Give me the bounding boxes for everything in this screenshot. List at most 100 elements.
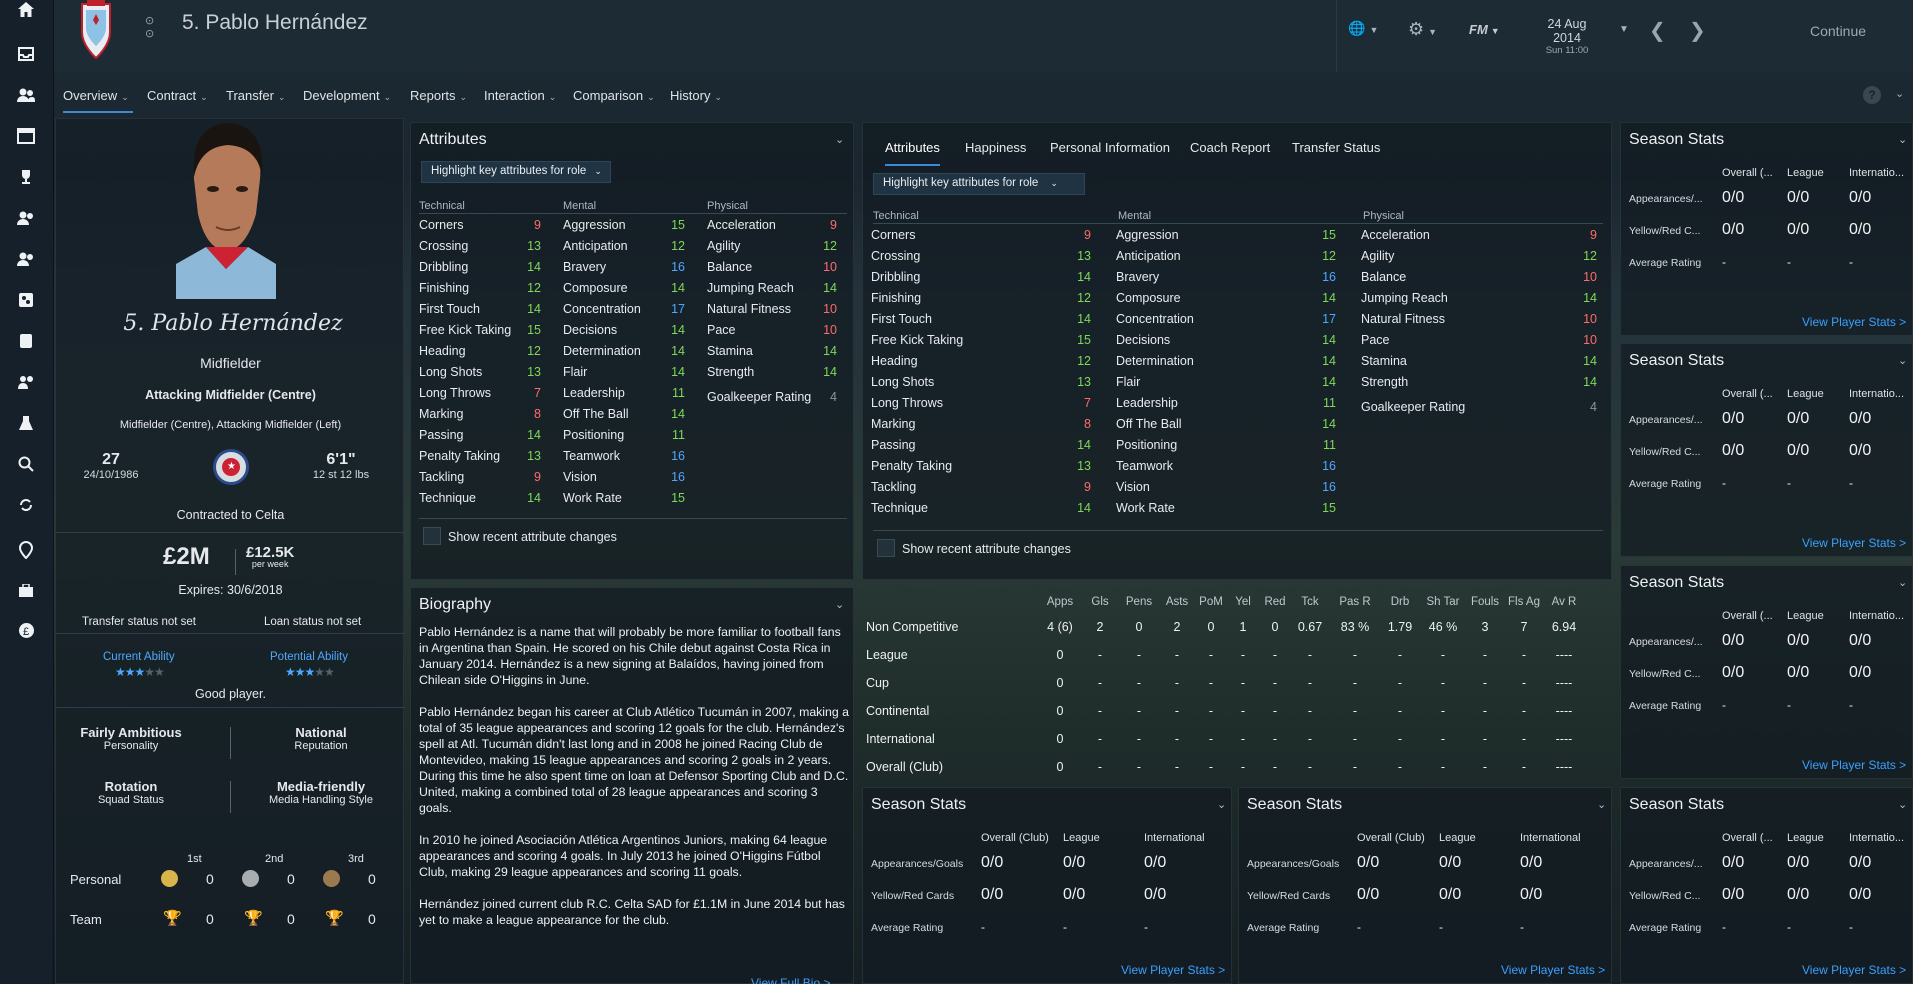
- attribute-row[interactable]: Concentration 17: [559, 299, 699, 320]
- tactics-icon[interactable]: [13, 287, 39, 313]
- attribute-row[interactable]: Bravery 16: [559, 257, 699, 278]
- attribute-row[interactable]: Teamwork 16: [1112, 456, 1357, 477]
- attribute-row[interactable]: Off The Ball 14: [1112, 414, 1357, 435]
- attribute-row[interactable]: Passing 14: [867, 435, 1112, 456]
- view-player-stats-link[interactable]: View Player Stats >: [1802, 963, 1906, 977]
- attribute-row[interactable]: Tackling 9: [415, 467, 555, 488]
- schedule-icon[interactable]: [13, 123, 39, 149]
- squad-icon[interactable]: [13, 82, 39, 108]
- attribute-row[interactable]: Leadership 11: [1112, 393, 1357, 414]
- attribute-row[interactable]: Long Throws 7: [415, 383, 555, 404]
- attribute-row[interactable]: Tackling 9: [867, 477, 1112, 498]
- transfers-icon[interactable]: [13, 492, 39, 518]
- trophy-icon[interactable]: [13, 164, 39, 190]
- attribute-row[interactable]: Decisions 14: [1112, 330, 1357, 351]
- view-player-stats-link[interactable]: View Player Stats >: [1802, 536, 1906, 550]
- scouting-icon[interactable]: [13, 328, 39, 354]
- loan-status[interactable]: Loan status not set: [264, 616, 361, 628]
- attribute-row[interactable]: Penalty Taking 13: [867, 456, 1112, 477]
- staff-icon[interactable]: [13, 369, 39, 395]
- attribute-row[interactable]: Pace 10: [1357, 330, 1602, 351]
- location-icon[interactable]: [13, 537, 39, 563]
- attribute-row[interactable]: Decisions 14: [559, 320, 699, 341]
- nav-history[interactable]: History ⌄: [670, 88, 722, 103]
- attribute-row[interactable]: First Touch 14: [867, 309, 1112, 330]
- attribute-row[interactable]: Flair 14: [559, 362, 699, 383]
- attribute-row[interactable]: Natural Fitness 10: [1357, 309, 1602, 330]
- highlight-role-dropdown[interactable]: Highlight key attributes for role ⌄: [421, 161, 611, 183]
- attribute-row[interactable]: Pace 10: [703, 320, 843, 341]
- view-player-stats-link[interactable]: View Player Stats >: [1802, 758, 1906, 772]
- inbox-icon[interactable]: [13, 41, 39, 67]
- chevron-down-icon[interactable]: ⌄: [1597, 798, 1606, 811]
- chevron-down-icon[interactable]: ⌄: [1898, 576, 1907, 589]
- attribute-row[interactable]: First Touch 14: [415, 299, 555, 320]
- attribute-row[interactable]: Determination 14: [559, 341, 699, 362]
- help-icon[interactable]: ?: [1863, 86, 1881, 104]
- attribute-row[interactable]: Free Kick Taking 15: [415, 320, 555, 341]
- chevron-down-icon[interactable]: ⌄: [835, 598, 844, 611]
- nav-transfer[interactable]: Transfer ⌄: [226, 88, 285, 103]
- attribute-row[interactable]: Passing 14: [415, 425, 555, 446]
- tab-attributes[interactable]: Attributes: [885, 140, 940, 166]
- briefcase-icon[interactable]: [13, 578, 39, 604]
- continue-button[interactable]: Continue: [1810, 23, 1866, 39]
- attribute-row[interactable]: Dribbling 14: [415, 257, 555, 278]
- nav-interaction[interactable]: Interaction ⌄: [484, 88, 556, 103]
- view-full-bio-link[interactable]: View Full Bio >: [751, 976, 830, 984]
- attribute-row[interactable]: Work Rate 15: [559, 488, 699, 509]
- home-icon[interactable]: [13, 0, 39, 22]
- attribute-row[interactable]: Balance 10: [703, 257, 843, 278]
- attribute-row[interactable]: Marking 8: [415, 404, 555, 425]
- attribute-row[interactable]: Strength 14: [703, 362, 843, 383]
- recent-changes-checkbox[interactable]: [423, 527, 441, 545]
- tab-personal-information[interactable]: Personal Information: [1050, 140, 1170, 155]
- attribute-row[interactable]: Acceleration 9: [703, 215, 843, 236]
- attribute-row[interactable]: Flair 14: [1112, 372, 1357, 393]
- attribute-row[interactable]: Anticipation 12: [559, 236, 699, 257]
- settings-dropdown[interactable]: ⚙ ▼: [1408, 19, 1448, 43]
- attribute-row[interactable]: Long Throws 7: [867, 393, 1112, 414]
- attribute-row[interactable]: Crossing 13: [415, 236, 555, 257]
- attribute-row[interactable]: Vision 16: [559, 467, 699, 488]
- attribute-row[interactable]: Penalty Taking 13: [415, 446, 555, 467]
- nav-comparison[interactable]: Comparison ⌄: [573, 88, 655, 103]
- nation-flag-icon[interactable]: ★: [213, 449, 249, 485]
- attribute-row[interactable]: Composure 14: [1112, 288, 1357, 309]
- chevron-down-icon[interactable]: ⌄: [1898, 354, 1907, 367]
- nav-reports[interactable]: Reports ⌄: [410, 88, 467, 103]
- attribute-row[interactable]: Aggression 15: [1112, 225, 1357, 246]
- chevron-down-icon[interactable]: ⌄: [1895, 87, 1904, 100]
- attribute-row[interactable]: Corners 9: [415, 215, 555, 236]
- tab-coach-report[interactable]: Coach Report: [1190, 140, 1270, 155]
- view-player-stats-link[interactable]: View Player Stats >: [1802, 315, 1906, 329]
- search-icon[interactable]: [13, 451, 39, 477]
- attribute-row[interactable]: Positioning 11: [1112, 435, 1357, 456]
- attribute-row[interactable]: Concentration 17: [1112, 309, 1357, 330]
- attribute-row[interactable]: Strength 14: [1357, 372, 1602, 393]
- tab-happiness[interactable]: Happiness: [965, 140, 1026, 155]
- attribute-row[interactable]: Leadership 11: [559, 383, 699, 404]
- attribute-row[interactable]: Anticipation 12: [1112, 246, 1357, 267]
- attribute-row[interactable]: Finishing 12: [867, 288, 1112, 309]
- attribute-row[interactable]: Long Shots 13: [867, 372, 1112, 393]
- attribute-row[interactable]: Stamina 14: [1357, 351, 1602, 372]
- attribute-row[interactable]: Aggression 15: [559, 215, 699, 236]
- chevron-down-icon[interactable]: ⌄: [1217, 798, 1226, 811]
- chevron-down-icon[interactable]: ⌄: [1898, 133, 1907, 146]
- attribute-row[interactable]: Marking 8: [867, 414, 1112, 435]
- attribute-row[interactable]: Finishing 12: [415, 278, 555, 299]
- attribute-row[interactable]: Teamwork 16: [559, 446, 699, 467]
- highlight-role-dropdown-2[interactable]: Highlight key attributes for role ⌄: [873, 173, 1085, 195]
- goalkeeper-rating-row[interactable]: Goalkeeper Rating 4: [703, 387, 843, 408]
- training-icon[interactable]: [13, 410, 39, 436]
- tab-transfer-status[interactable]: Transfer Status: [1292, 140, 1380, 155]
- attribute-row[interactable]: Natural Fitness 10: [703, 299, 843, 320]
- contract-club[interactable]: Contracted to Celta: [56, 508, 405, 522]
- chevron-down-icon[interactable]: ⌄: [1898, 798, 1907, 811]
- player-status-icons[interactable]: ⊙ ⊙: [145, 14, 154, 40]
- attribute-row[interactable]: Heading 12: [415, 341, 555, 362]
- attribute-row[interactable]: Technique 14: [415, 488, 555, 509]
- chevron-down-icon[interactable]: ▼: [1619, 24, 1629, 35]
- back-arrow-icon[interactable]: ❮: [1649, 18, 1666, 43]
